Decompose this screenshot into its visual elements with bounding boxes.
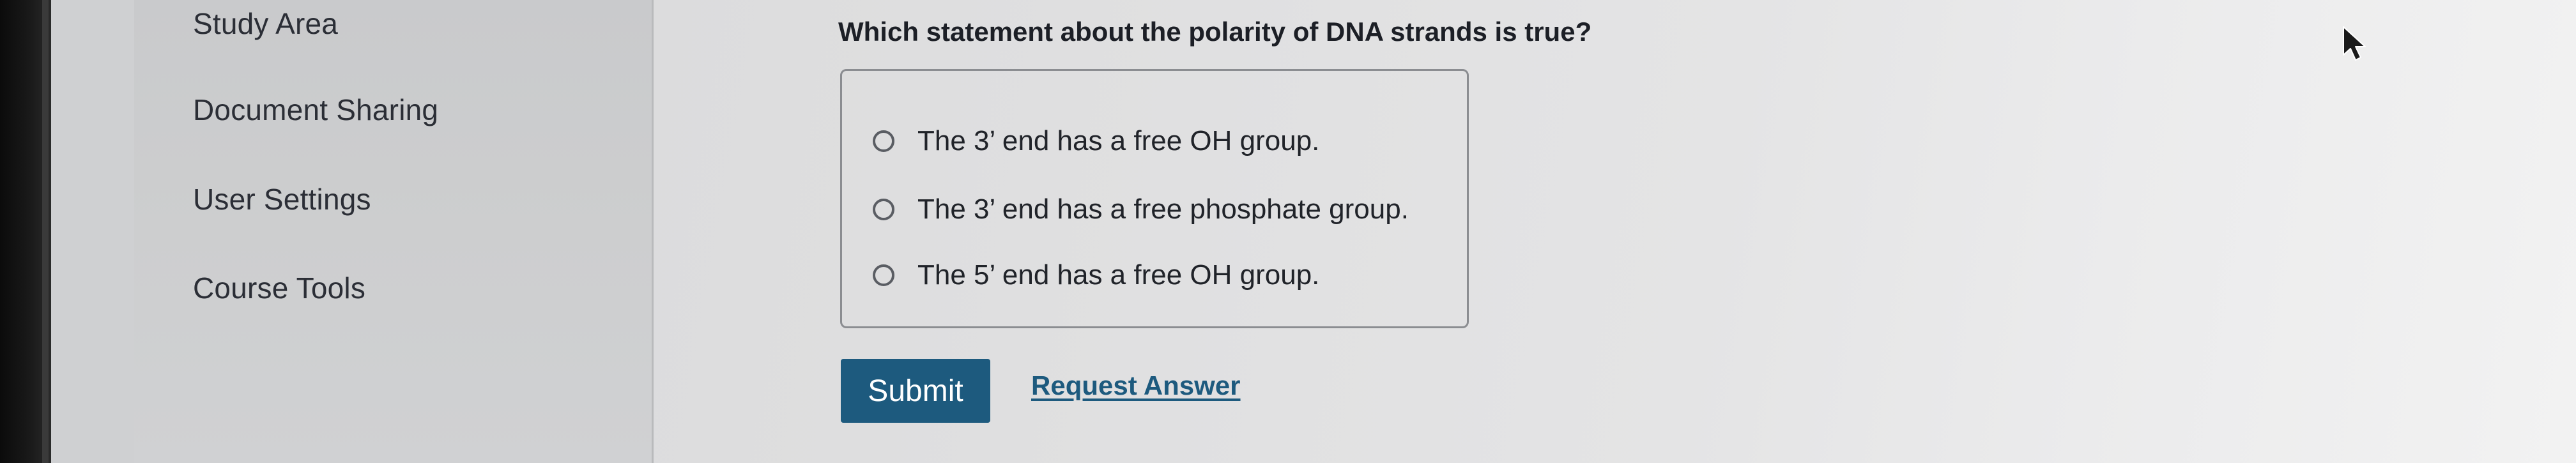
answer-option-3[interactable]: The 5’ end has a free OH group. xyxy=(873,259,1319,291)
screen-bezel-edge xyxy=(42,0,49,463)
answer-option-2[interactable]: The 3’ end has a free phosphate group. xyxy=(873,194,1409,225)
sidebar: Study Area Document Sharing User Setting… xyxy=(134,0,654,463)
sidebar-item-study-area[interactable]: Study Area xyxy=(193,6,338,41)
answer-option-label: The 3’ end has a free OH group. xyxy=(917,125,1320,156)
question-text: Which statement about the polarity of DN… xyxy=(838,17,1592,47)
mouse-pointer-icon xyxy=(2343,26,2366,61)
request-answer-link[interactable]: Request Answer xyxy=(1031,370,1241,401)
submit-button[interactable]: Submit xyxy=(841,359,990,423)
answer-option-1[interactable]: The 3’ end has a free OH group. xyxy=(873,125,1319,157)
sidebar-item-document-sharing[interactable]: Document Sharing xyxy=(193,93,438,127)
sidebar-item-user-settings[interactable]: User Settings xyxy=(193,182,371,216)
answer-option-label: The 5’ end has a free OH group. xyxy=(917,259,1320,291)
radio-button[interactable] xyxy=(873,130,894,152)
radio-button[interactable] xyxy=(873,199,894,220)
sidebar-item-course-tools[interactable]: Course Tools xyxy=(193,271,365,305)
radio-button[interactable] xyxy=(873,264,894,286)
answer-option-label: The 3’ end has a free phosphate group. xyxy=(917,194,1409,225)
